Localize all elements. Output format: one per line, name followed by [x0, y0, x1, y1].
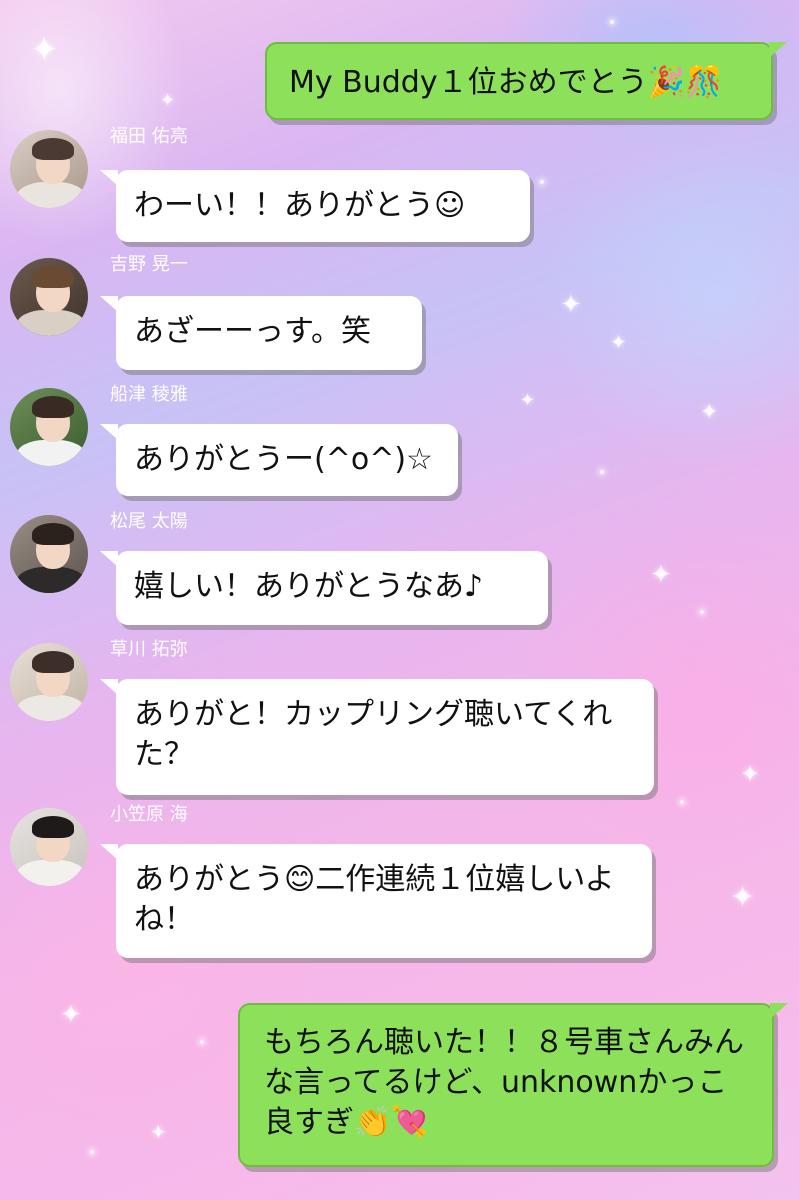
received-message-bubble[interactable]: ありがとうー(^o^)☆: [100, 424, 458, 496]
message-text: My Buddy１位おめでとう🎉🎊: [289, 65, 723, 100]
sparkle-icon: ✦: [610, 330, 627, 354]
sent-message-bubble[interactable]: もちろん聴いた！！８号車さんみんな言ってるけど、unknownかっこ良すぎ👏💘: [238, 1003, 788, 1167]
received-message-bubble[interactable]: あざーーっす。笑: [100, 296, 422, 370]
sparkle-icon: ✦: [150, 1120, 167, 1144]
message-text: ありがとうー(^o^)☆: [134, 442, 433, 477]
sparkle-icon: ✦: [730, 880, 756, 915]
sender-name: 松尾 太陽: [110, 511, 188, 532]
avatar[interactable]: [10, 130, 88, 208]
sender-name: 船津 稜雅: [110, 384, 188, 405]
sparkle-icon: ✦: [30, 30, 59, 70]
sender-name: 小笠原 海: [110, 804, 188, 825]
sparkle-dot: [700, 610, 704, 614]
sparkle-icon: ✦: [60, 1000, 82, 1030]
sparkle-icon: ✦: [700, 400, 719, 425]
message-text: あざーーっす。笑: [134, 314, 371, 349]
message-text: わーい！！ありがとう☺: [134, 188, 466, 223]
received-message-bubble[interactable]: ありがと！カップリング聴いてくれた？: [100, 679, 654, 795]
received-message-bubble[interactable]: わーい！！ありがとう☺: [100, 170, 530, 242]
message-text: ありがとう😊二作連続１位嬉しいよね！: [134, 862, 615, 937]
sparkle-icon: ✦: [560, 290, 582, 320]
sparkle-dot: [90, 1150, 94, 1154]
sparkle-dot: [680, 800, 684, 804]
sender-name: 吉野 晃一: [110, 254, 188, 275]
sender-name: 福田 佑亮: [110, 126, 188, 147]
sparkle-dot: [600, 470, 604, 474]
avatar[interactable]: [10, 808, 88, 886]
received-message-bubble[interactable]: ありがとう😊二作連続１位嬉しいよね！: [100, 844, 652, 958]
avatar[interactable]: [10, 643, 88, 721]
message-text: もちろん聴いた！！８号車さんみんな言ってるけど、unknownかっこ良すぎ👏💘: [264, 1025, 744, 1140]
sent-message-bubble[interactable]: My Buddy１位おめでとう🎉🎊: [265, 42, 787, 120]
sparkle-dot: [610, 20, 614, 24]
sparkle-icon: ✦: [520, 390, 536, 411]
sparkle-icon: ✦: [160, 90, 176, 111]
avatar[interactable]: [10, 515, 88, 593]
avatar[interactable]: [10, 258, 88, 336]
sparkle-icon: ✦: [740, 760, 761, 788]
sparkle-dot: [200, 1040, 204, 1044]
sender-name: 草川 拓弥: [110, 639, 188, 660]
sparkle-dot: [540, 180, 544, 184]
received-message-bubble[interactable]: 嬉しい！ありがとうなあ♪: [100, 551, 548, 625]
message-text: 嬉しい！ありがとうなあ♪: [134, 569, 484, 604]
sparkle-icon: ✦: [650, 560, 672, 590]
message-text: ありがと！カップリング聴いてくれた？: [134, 697, 613, 772]
avatar[interactable]: [10, 388, 88, 466]
